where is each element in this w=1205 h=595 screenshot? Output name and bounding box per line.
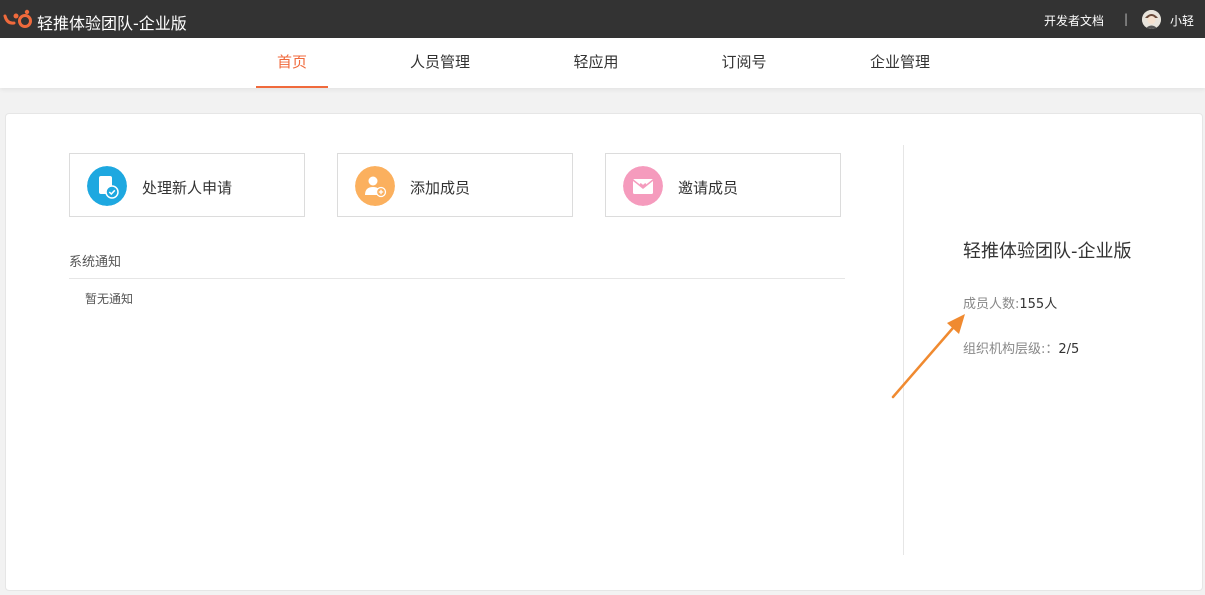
- org-levels-label: 组织机构层级:：: [963, 342, 1059, 357]
- action-label: 处理新人申请: [142, 179, 233, 197]
- invite-envelope-icon: [623, 166, 663, 206]
- document-check-icon: [87, 166, 127, 206]
- org-name: 轻推体验团队-企业版: [963, 241, 1132, 262]
- org-levels: 组织机构层级:：2/5: [963, 338, 1079, 357]
- tab-light-apps[interactable]: 轻应用: [556, 38, 636, 88]
- top-bar: 轻推体验团队-企业版 开发者文档 | 小轻: [0, 0, 1205, 38]
- avatar[interactable]: [1142, 10, 1161, 29]
- add-member-button[interactable]: 添加成员: [337, 153, 573, 217]
- invite-member-button[interactable]: 邀请成员: [605, 153, 841, 217]
- main-nav: 首页 人员管理 轻应用 订阅号 企业管理: [0, 38, 1205, 88]
- tab-subscriptions[interactable]: 订阅号: [704, 38, 784, 88]
- action-label: 邀请成员: [678, 179, 739, 197]
- member-count: 成员人数:155人: [963, 293, 1057, 312]
- user-avatar-icon: [1142, 10, 1161, 29]
- tab-enterprise-management[interactable]: 企业管理: [860, 38, 940, 88]
- no-notifications-text: 暂无通知: [85, 292, 134, 306]
- action-label: 添加成员: [410, 179, 471, 197]
- app-title: 轻推体验团队-企业版: [37, 14, 187, 33]
- member-count-value: 155人: [1019, 297, 1058, 312]
- org-levels-value: 2/5: [1058, 342, 1080, 357]
- header-separator: |: [1124, 12, 1129, 26]
- tab-home[interactable]: 首页: [256, 38, 328, 88]
- divider: [69, 278, 845, 279]
- add-user-icon: [355, 166, 395, 206]
- tab-people-management[interactable]: 人员管理: [400, 38, 480, 88]
- qingtui-logo-icon[interactable]: [3, 8, 33, 30]
- handle-new-applications-button[interactable]: 处理新人申请: [69, 153, 305, 217]
- annotation-arrow-icon: [891, 314, 965, 399]
- developer-docs-link[interactable]: 开发者文档: [1044, 12, 1104, 29]
- system-notifications-title: 系统通知: [69, 255, 122, 270]
- user-name[interactable]: 小轻: [1170, 12, 1194, 29]
